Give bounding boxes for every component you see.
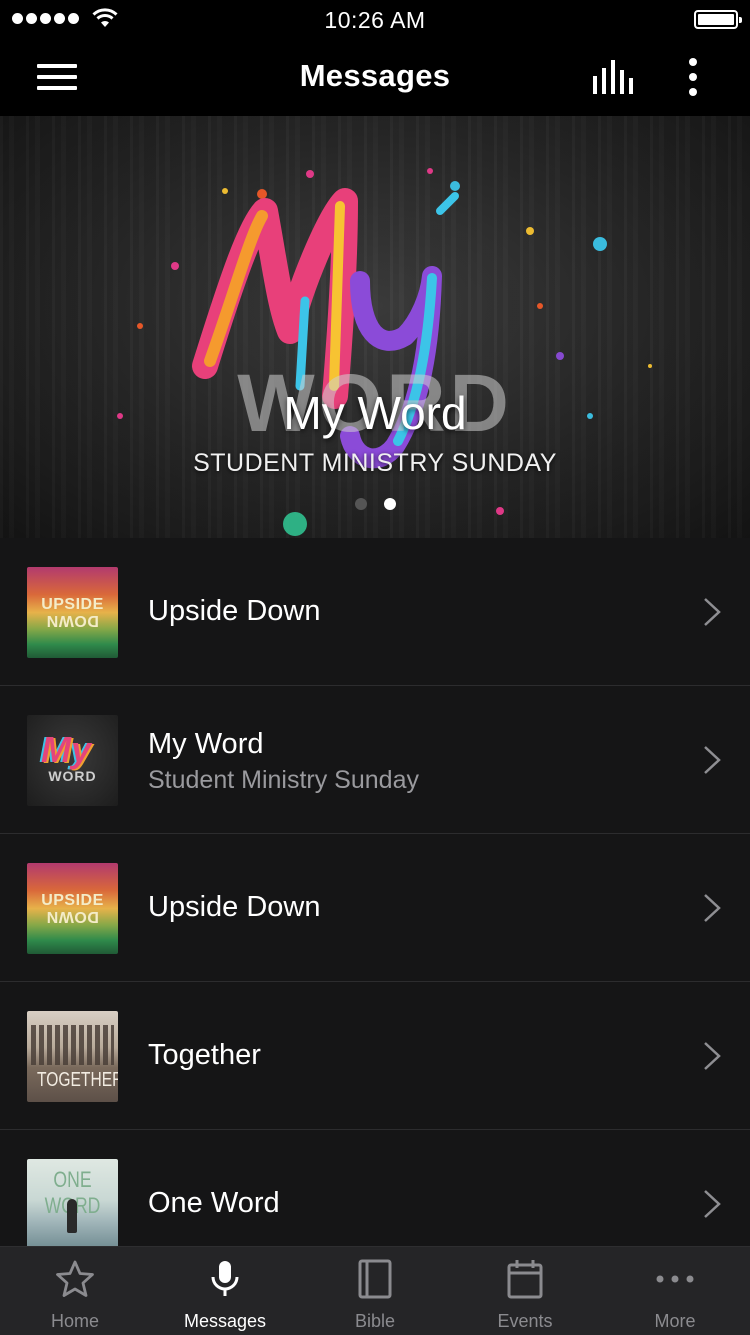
tab-label: Home bbox=[50, 1311, 99, 1331]
page-indicator[interactable] bbox=[0, 498, 750, 510]
series-thumbnail: UPSIDE DOWN bbox=[27, 567, 118, 658]
page-dot[interactable] bbox=[354, 498, 367, 510]
message-list-item[interactable]: UPSIDE DOWN Upside Down bbox=[0, 538, 750, 686]
page-dot-active[interactable] bbox=[383, 498, 396, 510]
tab-label: Bible bbox=[354, 1311, 396, 1331]
calendar-icon bbox=[507, 1260, 543, 1299]
chevron-right-icon bbox=[704, 1042, 721, 1070]
status-time: 10:26 AM bbox=[324, 7, 426, 33]
series-thumbnail: ONE WORD bbox=[27, 1159, 118, 1246]
message-title: Upside Down bbox=[148, 891, 321, 923]
microphone-icon bbox=[211, 1261, 239, 1296]
series-thumbnail: TOGETHER bbox=[27, 1011, 118, 1102]
vertical-dots-icon[interactable] bbox=[686, 56, 700, 100]
message-list[interactable]: UPSIDE DOWN Upside Down My WORD My Word St… bbox=[0, 538, 750, 1246]
tab-bible[interactable]: Bible bbox=[300, 1247, 450, 1335]
tab-events[interactable]: Events bbox=[450, 1247, 600, 1335]
status-bar: 10:26 AM bbox=[0, 0, 750, 40]
message-title: One Word bbox=[148, 1187, 280, 1219]
battery-icon bbox=[694, 10, 742, 29]
featured-series-banner[interactable]: WORD My Word STUDENT MINISTRY SUNDAY bbox=[0, 116, 750, 538]
tab-messages[interactable]: Messages bbox=[150, 1247, 300, 1335]
tab-label: More bbox=[654, 1311, 696, 1331]
message-title: My Word bbox=[148, 728, 264, 760]
chevron-right-icon bbox=[704, 1190, 721, 1218]
tab-home[interactable]: Home bbox=[0, 1247, 150, 1335]
series-thumbnail: UPSIDE DOWN bbox=[27, 863, 118, 954]
book-icon bbox=[358, 1259, 392, 1299]
message-title: Upside Down bbox=[148, 595, 321, 627]
hero-subtitle: STUDENT MINISTRY SUNDAY bbox=[193, 449, 557, 477]
audio-bars-icon[interactable] bbox=[592, 60, 636, 96]
message-title: Together bbox=[148, 1039, 261, 1071]
message-list-item[interactable]: ONE WORD One Word bbox=[0, 1130, 750, 1246]
chevron-right-icon bbox=[704, 598, 721, 626]
message-list-item[interactable]: UPSIDE DOWN Upside Down bbox=[0, 834, 750, 982]
series-thumbnail: My WORD bbox=[27, 715, 118, 806]
horizontal-dots-icon bbox=[656, 1275, 694, 1283]
chevron-right-icon bbox=[704, 746, 721, 774]
chevron-right-icon bbox=[704, 894, 721, 922]
navigation-bar: Messages bbox=[0, 40, 750, 116]
page-title: Messages bbox=[299, 58, 451, 93]
tab-more[interactable]: More bbox=[600, 1247, 750, 1335]
hero-title: My Word bbox=[283, 387, 467, 439]
tab-bar: Home Messages Bible Events More bbox=[0, 1246, 750, 1335]
tab-label: Events bbox=[497, 1311, 553, 1331]
star-icon bbox=[56, 1260, 94, 1297]
message-subtitle: Student Ministry Sunday bbox=[148, 766, 419, 794]
message-list-item[interactable]: TOGETHER Together bbox=[0, 982, 750, 1130]
message-list-item[interactable]: My WORD My Word Student Ministry Sunday bbox=[0, 686, 750, 834]
tab-label: Messages bbox=[183, 1311, 267, 1331]
